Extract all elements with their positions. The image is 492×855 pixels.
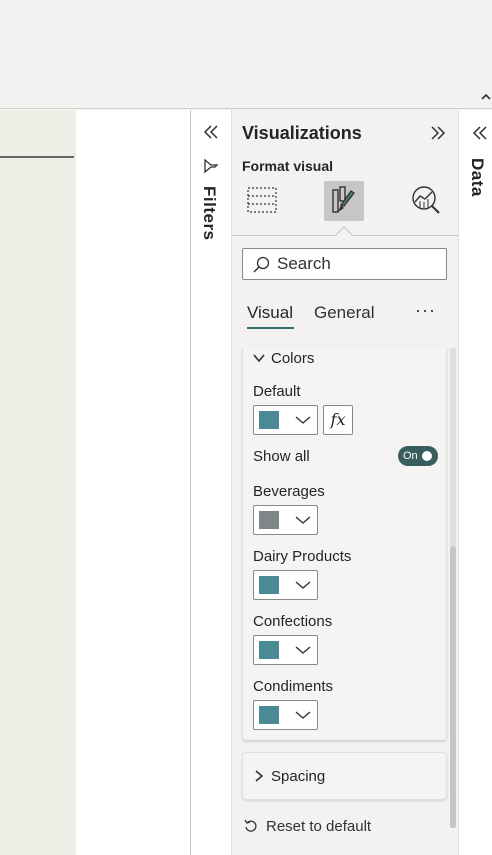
search-input[interactable] — [277, 253, 437, 275]
series-label-condiments: Condiments — [253, 678, 334, 695]
canvas-divider — [0, 156, 74, 158]
color-swatch — [259, 641, 279, 659]
chevron-down-icon — [295, 516, 311, 524]
ribbon-area — [0, 0, 492, 109]
reset-icon — [244, 819, 257, 832]
default-color-label: Default — [253, 383, 301, 400]
colors-section-title: Colors — [271, 350, 315, 367]
filter-funnel-icon — [204, 158, 219, 174]
format-options-scroll-area: Colors Default fx Show all On Beverages … — [232, 348, 458, 828]
format-visual-heading: Format visual — [242, 158, 334, 174]
chevron-right-icon — [255, 770, 264, 782]
toggle-knob — [422, 451, 432, 461]
chevron-down-icon — [295, 581, 311, 589]
color-swatch — [259, 706, 279, 724]
report-canvas-page — [0, 110, 76, 855]
default-color-picker[interactable] — [253, 405, 318, 435]
chevron-down-icon — [253, 354, 265, 363]
chevron-down-icon — [295, 711, 311, 719]
series-label-beverages: Beverages — [253, 483, 325, 500]
filters-label[interactable]: Filters — [199, 186, 219, 241]
colors-section-header[interactable]: Colors — [253, 350, 314, 367]
colors-card: Colors Default fx Show all On Beverages … — [242, 348, 447, 741]
active-pointer-icon — [335, 226, 353, 236]
build-visual-icon[interactable] — [246, 184, 278, 216]
chevron-down-icon — [295, 416, 311, 424]
spacing-section-header[interactable]: Spacing — [253, 768, 325, 785]
format-paintbrush-icon — [332, 186, 355, 213]
series-label-dairy-products: Dairy Products — [253, 548, 352, 565]
search-box[interactable] — [242, 248, 447, 280]
show-all-label: Show all — [253, 448, 310, 465]
filters-pane[interactable]: Filters — [190, 110, 232, 855]
reset-label: Reset to default — [266, 818, 372, 835]
color-swatch — [259, 576, 279, 594]
series-label-confections: Confections — [253, 613, 333, 630]
format-visual-button[interactable] — [324, 181, 364, 221]
chevron-up-icon[interactable] — [480, 90, 492, 104]
color-swatch — [259, 411, 279, 429]
spacing-section-title: Spacing — [271, 768, 326, 785]
chevron-down-icon — [295, 646, 311, 654]
search-icon — [253, 256, 270, 273]
expand-filters-icon[interactable] — [202, 124, 220, 140]
analytics-icon[interactable] — [410, 184, 442, 216]
expand-data-icon[interactable] — [471, 125, 489, 141]
data-pane[interactable]: Data — [458, 110, 492, 855]
vertical-scrollbar[interactable] — [450, 348, 456, 828]
color-picker-condiments[interactable] — [253, 700, 318, 730]
more-options-button[interactable]: ··· — [415, 300, 436, 321]
reset-to-default-button[interactable]: Reset to default — [244, 818, 371, 835]
color-picker-dairy-products[interactable] — [253, 570, 318, 600]
tab-visual[interactable]: Visual — [247, 303, 293, 323]
data-label[interactable]: Data — [467, 158, 487, 197]
collapse-visualizations-icon[interactable] — [429, 125, 447, 141]
tab-general[interactable]: General — [314, 303, 374, 323]
color-picker-confections[interactable] — [253, 635, 318, 665]
scrollbar-thumb[interactable] — [450, 546, 456, 828]
color-picker-beverages[interactable] — [253, 505, 318, 535]
pane-mode-switcher — [232, 180, 458, 236]
visualizations-title: Visualizations — [242, 123, 362, 143]
toggle-state-label: On — [403, 450, 418, 462]
report-canvas — [76, 110, 190, 855]
conditional-formatting-fx-button[interactable]: fx — [323, 405, 353, 435]
color-swatch — [259, 511, 279, 529]
show-all-toggle[interactable]: On — [398, 446, 438, 466]
spacing-card[interactable]: Spacing — [242, 752, 447, 800]
visualizations-pane: Visualizations Format visual Search Visu… — [232, 110, 458, 855]
tab-visual-underline — [247, 327, 294, 329]
